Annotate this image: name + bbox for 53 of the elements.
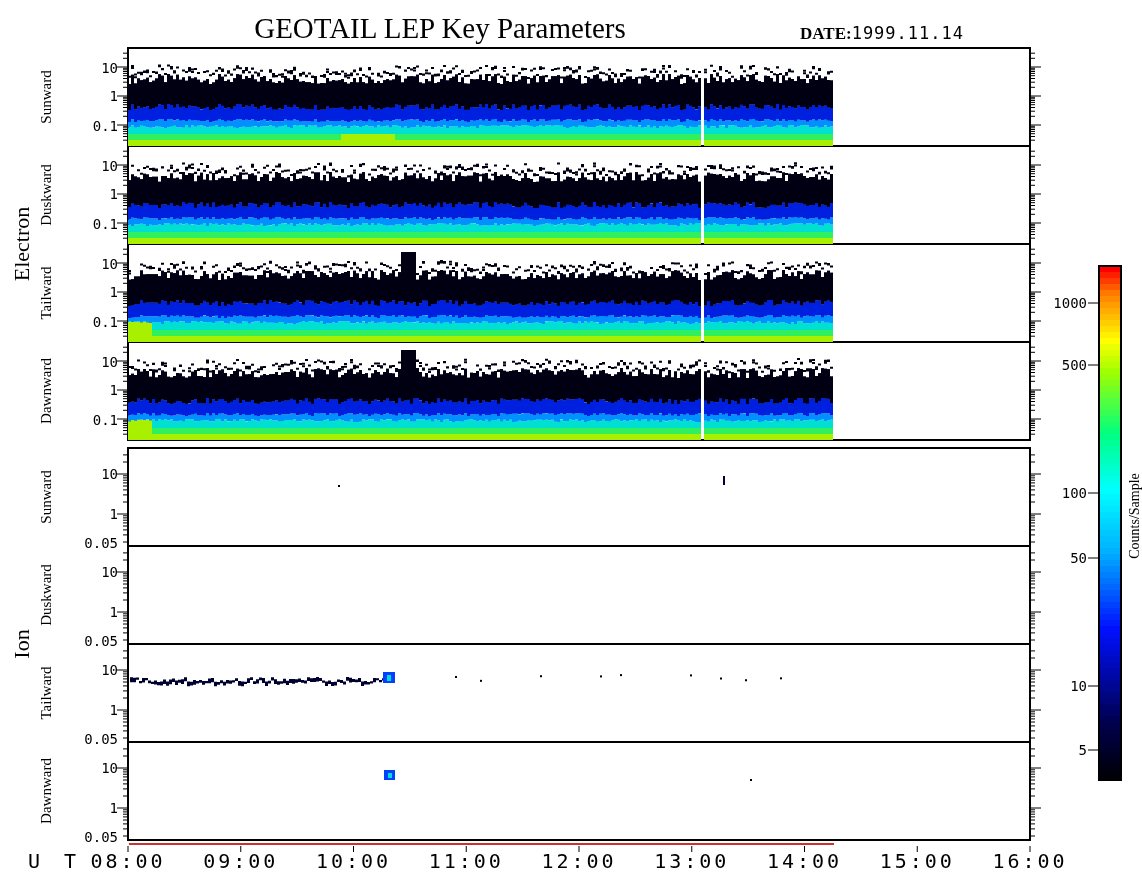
direction-label: Dawnward — [38, 758, 54, 824]
group-label: Electron — [9, 206, 34, 282]
y-tick-label: 10 — [101, 60, 118, 76]
y-tick-label: 1 — [109, 800, 118, 816]
plot-title: GEOTAIL LEP Key Parameters — [254, 12, 626, 44]
x-tick-label: 14:00 — [766, 849, 843, 873]
y-tick-label: 1 — [109, 88, 118, 104]
x-tick-label: 12:00 — [541, 849, 617, 873]
y-tick-label: 0.1 — [92, 118, 118, 134]
x-tick-label: 11:00 — [428, 849, 504, 873]
colorbar-tick-label: 500 — [1061, 357, 1087, 373]
direction-label: Duskward — [38, 564, 54, 626]
y-tick-label: 0.1 — [92, 314, 118, 330]
x-axis-label: U T — [28, 849, 83, 873]
y-tick-label: 1 — [109, 604, 118, 620]
colorbar-tick-label: 100 — [1061, 485, 1087, 501]
y-tick-label: 1 — [109, 382, 118, 398]
colorbar-tick-label: 1000 — [1053, 295, 1087, 311]
y-tick-label: 10 — [101, 256, 118, 272]
colorbar-tick-label: 10 — [1070, 678, 1087, 694]
y-tick-label: 0.05 — [84, 535, 118, 551]
y-tick-label: 0.05 — [84, 731, 118, 747]
y-tick-label: 10 — [101, 662, 118, 678]
x-tick-label: 15:00 — [879, 849, 955, 873]
colorbar-tick-label: 5 — [1078, 742, 1087, 758]
y-tick-label: 0.1 — [92, 412, 118, 428]
y-tick-label: 10 — [101, 564, 118, 580]
plot-date: DATE:1999.11.14 — [800, 23, 964, 43]
y-tick-label: 1 — [109, 702, 118, 718]
colorbar-label: Counts/Sample — [1127, 473, 1142, 559]
x-tick-label: 10:00 — [315, 849, 392, 873]
direction-label: Tailward — [38, 266, 54, 320]
x-tick-label: 08:00 — [90, 849, 166, 873]
direction-label: Sunward — [38, 470, 54, 524]
y-tick-label: 1 — [109, 506, 118, 522]
y-tick-label: 0.1 — [92, 216, 118, 232]
x-tick-label: 13:00 — [654, 849, 730, 873]
direction-label: Tailward — [38, 666, 54, 720]
direction-label: Duskward — [38, 164, 54, 226]
y-tick-label: 10 — [101, 760, 118, 776]
direction-label: Dawnward — [38, 358, 54, 424]
group-label: Ion — [9, 629, 34, 659]
x-tick-label: 16:00 — [992, 849, 1068, 873]
x-tick-label: 09:00 — [203, 849, 279, 873]
y-tick-label: 1 — [109, 284, 118, 300]
y-tick-label: 0.05 — [84, 829, 118, 845]
y-tick-label: 1 — [109, 186, 118, 202]
colorbar-tick-label: 50 — [1070, 550, 1087, 566]
y-tick-label: 10 — [101, 466, 118, 482]
y-tick-label: 0.05 — [84, 633, 118, 649]
y-tick-label: 10 — [101, 354, 118, 370]
direction-label: Sunward — [38, 70, 54, 124]
y-tick-label: 10 — [101, 158, 118, 174]
